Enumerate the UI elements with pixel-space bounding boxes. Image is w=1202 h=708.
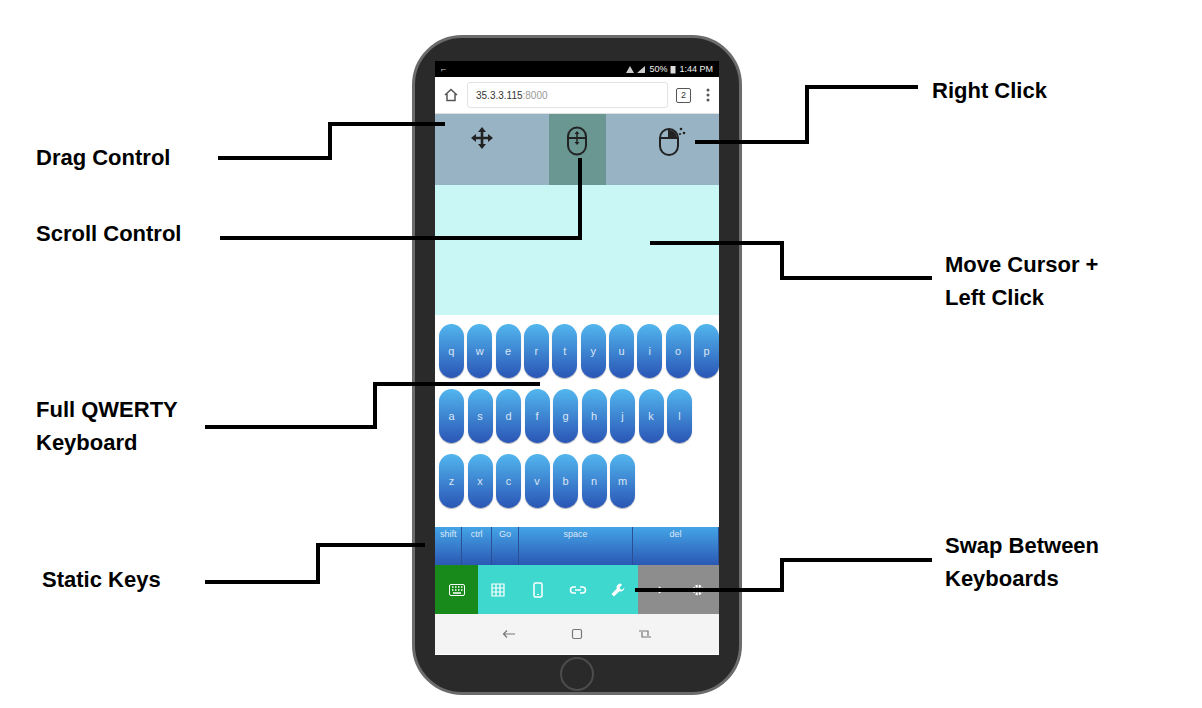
mouse-right-click-icon <box>657 126 687 156</box>
arrow-icon[interactable] <box>652 584 664 596</box>
key[interactable]: z <box>439 454 464 508</box>
grid-icon <box>491 583 505 597</box>
key[interactable]: r <box>524 324 549 378</box>
notification-icon: ⌐ <box>441 64 446 74</box>
callout-label: Move Cursor +Left Click <box>945 248 1098 314</box>
gear-icon[interactable] <box>691 583 705 597</box>
key[interactable]: k <box>639 389 664 443</box>
status-bar: ⌐ 50% 1:44 PM <box>435 61 719 77</box>
diagram: ⌐50%1:44 PM35.3.3.115:80002qwertyuiopasd… <box>0 0 1202 708</box>
key[interactable]: c <box>496 454 521 508</box>
keyboard-tab[interactable] <box>435 565 478 614</box>
mouse-scroll-icon <box>566 126 588 156</box>
key[interactable]: p <box>694 324 719 378</box>
key[interactable]: o <box>666 324 691 378</box>
grid-tab[interactable] <box>478 565 518 614</box>
home-icon[interactable] <box>443 87 459 103</box>
address-bar: 35.3.3.115:8000 2 <box>435 77 719 114</box>
key[interactable]: g <box>553 389 578 443</box>
key[interactable]: m <box>610 454 635 508</box>
connector-line <box>218 124 445 158</box>
signal-icon <box>624 65 646 74</box>
keyboard-row: qwertyuiop <box>439 324 719 378</box>
wrench-tab[interactable] <box>598 565 638 614</box>
static-key[interactable]: del <box>633 527 719 565</box>
key[interactable]: t <box>552 324 577 378</box>
callout-label: Static Keys <box>42 563 161 596</box>
callout-label: Drag Control <box>36 141 170 174</box>
link-tab[interactable] <box>558 565 598 614</box>
keyboard-switcher <box>435 565 719 614</box>
keyboard-row: zxcvbnm <box>439 454 719 508</box>
key[interactable]: h <box>582 389 607 443</box>
phone-chin <box>435 655 719 692</box>
key[interactable]: n <box>582 454 607 508</box>
connector-line <box>205 545 425 582</box>
key[interactable]: d <box>496 389 521 443</box>
key[interactable]: u <box>609 324 634 378</box>
callout-label: Full QWERTYKeyboard <box>36 393 178 459</box>
connector-line <box>650 243 932 278</box>
home-square-icon[interactable] <box>571 628 583 640</box>
touchpad[interactable] <box>435 185 719 315</box>
key[interactable]: w <box>467 324 492 378</box>
battery-level: 50% <box>649 65 667 74</box>
home-button[interactable] <box>560 657 594 691</box>
move-arrows-icon <box>470 126 494 150</box>
keyboard-row: asdfghjkl <box>439 389 719 443</box>
keyboard-icon <box>449 584 465 596</box>
menu-dots-icon[interactable] <box>705 87 711 103</box>
connector-line <box>220 158 580 238</box>
battery-icon <box>670 65 676 74</box>
key[interactable]: l <box>667 389 692 443</box>
phone: ⌐50%1:44 PM35.3.3.115:80002qwertyuiopasd… <box>412 35 742 695</box>
qwerty-keyboard: qwertyuiop asdfghjkl zxcvbnm <box>435 315 719 527</box>
key[interactable]: e <box>496 324 521 378</box>
callout-label: Swap BetweenKeyboards <box>945 529 1099 595</box>
back-icon[interactable] <box>502 629 516 639</box>
key[interactable]: b <box>553 454 578 508</box>
tab-count[interactable]: 2 <box>676 88 691 103</box>
static-key[interactable]: ctrl <box>462 527 491 565</box>
key[interactable]: v <box>525 454 550 508</box>
static-key[interactable]: shift <box>435 527 462 565</box>
key[interactable]: a <box>439 389 464 443</box>
static-key[interactable]: space <box>519 527 633 565</box>
connector-line <box>205 384 540 427</box>
static-keys: shiftctrlGospacedel <box>435 527 719 565</box>
link-icon <box>569 585 587 595</box>
connector-line <box>695 87 918 142</box>
key[interactable]: x <box>468 454 493 508</box>
key[interactable]: s <box>468 389 493 443</box>
callout-label: Right Click <box>932 74 1047 107</box>
static-key[interactable]: Go <box>492 527 519 565</box>
callout-label: Scroll Control <box>36 217 181 250</box>
connector-line <box>635 560 932 590</box>
connector-lines <box>0 0 1202 708</box>
right-click-control[interactable] <box>643 114 700 185</box>
phone-icon <box>533 582 543 598</box>
key[interactable]: j <box>610 389 635 443</box>
key[interactable]: f <box>525 389 550 443</box>
key[interactable]: y <box>581 324 606 378</box>
android-nav-bar <box>435 614 719 654</box>
wrench-icon <box>610 582 626 598</box>
drag-control[interactable] <box>454 114 511 185</box>
extra-tools <box>638 565 719 614</box>
scroll-control[interactable] <box>549 114 606 185</box>
key[interactable]: q <box>439 324 464 378</box>
clock: 1:44 PM <box>679 65 713 74</box>
phone-screen: ⌐50%1:44 PM35.3.3.115:80002qwertyuiopasd… <box>435 61 719 655</box>
url-field[interactable]: 35.3.3.115:8000 <box>467 82 668 108</box>
phone-tab[interactable] <box>518 565 558 614</box>
key[interactable]: i <box>637 324 662 378</box>
recent-apps-icon[interactable] <box>638 629 652 639</box>
mouse-toolbar <box>435 114 719 185</box>
